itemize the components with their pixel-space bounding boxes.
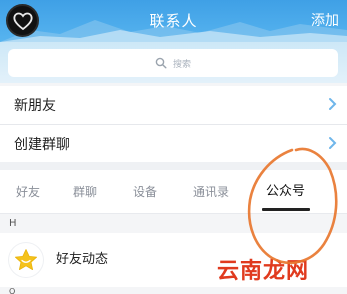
contacts-screen: 联系人 添加 搜索 新朋友 创建群聊 好友 群聊 设备 通讯录 公众号 H 好友… xyxy=(0,0,347,294)
contact-name: 好友动态 xyxy=(56,252,109,267)
new-friends-row[interactable]: 新朋友 xyxy=(0,86,347,124)
search-icon xyxy=(155,57,167,69)
section-gap xyxy=(0,162,347,170)
page-title: 联系人 xyxy=(149,12,198,30)
chevron-right-icon xyxy=(329,137,337,149)
tab-friends[interactable]: 好友 xyxy=(16,170,40,214)
search-area: 搜索 xyxy=(0,42,347,83)
active-tab-indicator xyxy=(262,208,310,211)
watermark-logo: 云南龙网 xyxy=(216,258,309,284)
tab-devices[interactable]: 设备 xyxy=(133,170,157,214)
next-section-header: Q xyxy=(0,287,347,294)
search-input[interactable]: 搜索 xyxy=(8,49,338,77)
tab-groups[interactable]: 群聊 xyxy=(73,170,97,214)
row-label: 新朋友 xyxy=(14,98,56,114)
chevron-right-icon xyxy=(329,98,337,110)
add-button[interactable]: 添加 xyxy=(311,0,339,42)
search-placeholder: 搜索 xyxy=(172,59,191,70)
header-bar: 联系人 添加 xyxy=(0,0,347,42)
row-label: 创建群聊 xyxy=(14,137,70,153)
contact-tabs: 好友 群聊 设备 通讯录 公众号 xyxy=(0,170,347,214)
section-header: H xyxy=(0,215,347,233)
star-icon xyxy=(9,243,43,277)
create-group-row[interactable]: 创建群聊 xyxy=(0,125,347,163)
tab-address-book[interactable]: 通讯录 xyxy=(193,170,229,214)
